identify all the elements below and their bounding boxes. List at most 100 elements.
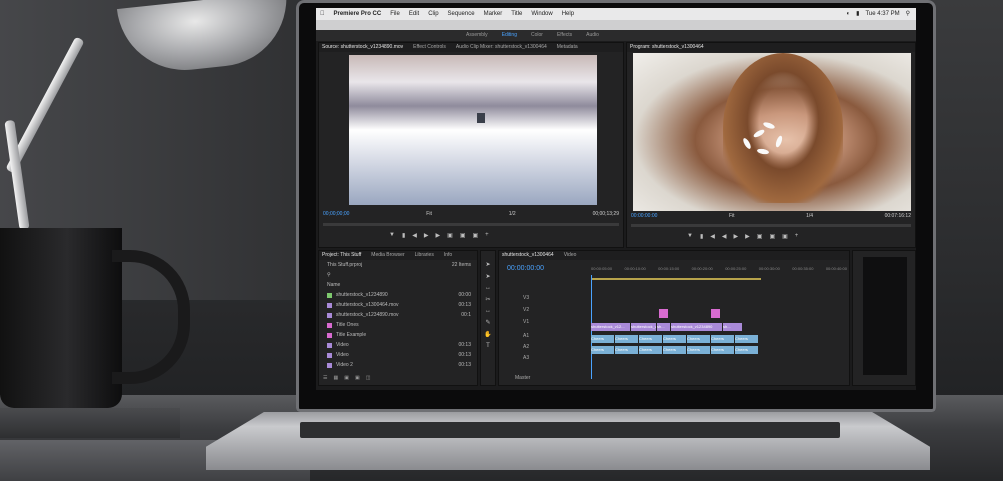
tab-project[interactable]: Project: This Stuff <box>322 251 361 260</box>
tab-source[interactable]: Source: shutterstock_v1234890.mov <box>322 43 403 52</box>
step-forward-icon[interactable]: ▶ <box>436 232 441 239</box>
type-tool-icon[interactable]: T <box>486 343 490 349</box>
video-clip[interactable]: shutterstock_v13... <box>631 323 656 331</box>
export-frame-icon[interactable]: ▣ <box>782 233 788 240</box>
audio-clip[interactable]: Cheers <box>639 346 662 354</box>
add-button-icon[interactable]: + <box>485 232 489 239</box>
lift-icon[interactable]: ▣ <box>757 233 763 240</box>
search-icon[interactable]: ⚲ <box>327 270 331 280</box>
video-clip[interactable]: shutterstock_v12... <box>591 323 630 331</box>
work-area-bar[interactable] <box>591 278 761 280</box>
marker[interactable] <box>711 309 720 318</box>
track-select-tool-icon[interactable]: ➤ <box>485 273 490 280</box>
step-forward-icon[interactable]: ▶ <box>745 233 750 240</box>
source-zoom-dropdown[interactable]: 1/2 <box>509 211 516 217</box>
wifi-icon[interactable]: ◐ <box>847 8 851 20</box>
battery-icon[interactable]: ▮ <box>856 8 859 20</box>
audio-clip[interactable]: Cheers <box>591 335 614 343</box>
audio-clip[interactable]: Cheers <box>615 335 638 343</box>
app-menu[interactable]: Premiere Pro CC <box>334 8 382 20</box>
project-item[interactable]: Video 00:13 <box>319 340 477 350</box>
apple-icon[interactable]:  <box>320 8 325 20</box>
mark-out-icon[interactable]: ▮ <box>700 233 703 240</box>
mark-out-icon[interactable]: ▮ <box>402 232 405 239</box>
track-header[interactable]: A3 <box>523 355 529 361</box>
project-item[interactable]: Title Ones <box>319 320 477 330</box>
audio-clip[interactable]: Cheers <box>687 335 710 343</box>
audio-clip[interactable]: Cheers <box>711 335 734 343</box>
video-clip[interactable]: shutterstock_v1234890 <box>671 323 722 331</box>
workspace-audio[interactable]: Audio <box>586 30 599 41</box>
razor-tool-icon[interactable]: ✂ <box>485 296 490 303</box>
go-to-in-icon[interactable]: ◀ <box>710 233 715 240</box>
track-header[interactable]: V1 <box>523 319 529 325</box>
trash-icon[interactable]: ◫ <box>366 375 371 381</box>
menu-title[interactable]: Title <box>511 8 522 20</box>
timeline-ruler[interactable]: 00:00:05:00 00:00:10:00 00:00:15:00 00:00:2… <box>591 266 847 275</box>
menu-marker[interactable]: Marker <box>484 8 503 20</box>
insert-icon[interactable]: ▣ <box>447 232 453 239</box>
project-item[interactable]: Video 00:13 <box>319 350 477 360</box>
tab-program[interactable]: Program: shutterstock_v1300464 <box>630 43 704 52</box>
program-timecode-in[interactable]: 00:00:00:00 <box>631 213 657 219</box>
audio-clip[interactable]: Cheers <box>591 346 614 354</box>
project-item[interactable]: Video 2 00:13 <box>319 360 477 370</box>
program-zoom-dropdown[interactable]: 1/4 <box>806 213 813 219</box>
tab-metadata[interactable]: Metadata <box>557 43 578 52</box>
selection-tool-icon[interactable]: ➤ <box>485 261 490 268</box>
audio-clip[interactable]: Cheers <box>615 346 638 354</box>
column-name[interactable]: Name <box>327 280 340 290</box>
project-item[interactable]: shutterstock_v1234890 00:00 <box>319 290 477 300</box>
ripple-edit-tool-icon[interactable]: ↔ <box>485 285 491 291</box>
audio-clip[interactable]: Cheers <box>735 335 758 343</box>
tab-sequence[interactable]: shutterstock_v1300464 <box>502 251 554 260</box>
menu-edit[interactable]: Edit <box>409 8 419 20</box>
audio-clip[interactable]: Cheers <box>735 346 758 354</box>
add-button-icon[interactable]: + <box>795 233 799 240</box>
tab-video[interactable]: Video <box>564 251 577 260</box>
menu-sequence[interactable]: Sequence <box>448 8 475 20</box>
tab-libraries[interactable]: Libraries <box>415 251 434 260</box>
timeline-timecode[interactable]: 00:00:00:00 <box>507 265 544 272</box>
export-frame-icon[interactable]: ▣ <box>472 232 478 239</box>
audio-clip[interactable]: Cheers <box>639 335 662 343</box>
search-icon[interactable]: ⚲ <box>906 8 910 20</box>
menu-file[interactable]: File <box>390 8 400 20</box>
tab-audio-clip-mixer[interactable]: Audio Clip Mixer: shutterstock_v1300464 <box>456 43 547 52</box>
track-header[interactable]: V2 <box>523 307 529 313</box>
track-header[interactable]: V3 <box>523 295 529 301</box>
play-icon[interactable]: ▶ <box>734 233 739 240</box>
hand-tool-icon[interactable]: ✋ <box>484 331 491 338</box>
program-fit-dropdown[interactable]: Fit <box>729 213 735 219</box>
icon-view-icon[interactable]: ▦ <box>333 375 338 381</box>
new-bin-icon[interactable]: ▣ <box>344 375 349 381</box>
play-icon[interactable]: ▶ <box>424 232 429 239</box>
audio-clip[interactable]: Cheers <box>663 346 686 354</box>
menu-clip[interactable]: Clip <box>428 8 438 20</box>
step-back-icon[interactable]: ◀ <box>722 233 727 240</box>
audio-clip[interactable]: Cheers <box>663 335 686 343</box>
track-header[interactable]: A2 <box>523 344 529 350</box>
workspace-editing[interactable]: Editing <box>502 30 517 41</box>
tab-info[interactable]: Info <box>444 251 452 260</box>
mark-in-icon[interactable]: ▼ <box>389 232 395 239</box>
overwrite-icon[interactable]: ▣ <box>460 232 466 239</box>
video-clip[interactable]: sh... <box>723 323 742 331</box>
audio-clip[interactable]: Cheers <box>687 346 710 354</box>
extract-icon[interactable]: ▣ <box>769 233 775 240</box>
project-item[interactable]: shutterstock_v1234890.mov 00:1 <box>319 310 477 320</box>
source-timecode-in[interactable]: 00;00;00;00 <box>323 211 349 217</box>
mark-in-icon[interactable]: ▼ <box>687 233 693 240</box>
audio-clip[interactable]: Cheers <box>711 346 734 354</box>
video-clip[interactable]: sh... <box>657 323 670 331</box>
tab-effect-controls[interactable]: Effect Controls <box>413 43 446 52</box>
marker[interactable] <box>659 309 668 318</box>
workspace-assembly[interactable]: Assembly <box>466 30 488 41</box>
track-header[interactable]: A1 <box>523 333 529 339</box>
new-item-icon[interactable]: ▣ <box>355 375 360 381</box>
list-view-icon[interactable]: ☰ <box>323 375 327 381</box>
project-item[interactable]: shutterstock_v1300464.mov 00:13 <box>319 300 477 310</box>
clock[interactable]: Tue 4:37 PM <box>865 8 899 20</box>
source-scrubber[interactable] <box>323 223 619 226</box>
pen-tool-icon[interactable]: ✎ <box>485 319 490 326</box>
